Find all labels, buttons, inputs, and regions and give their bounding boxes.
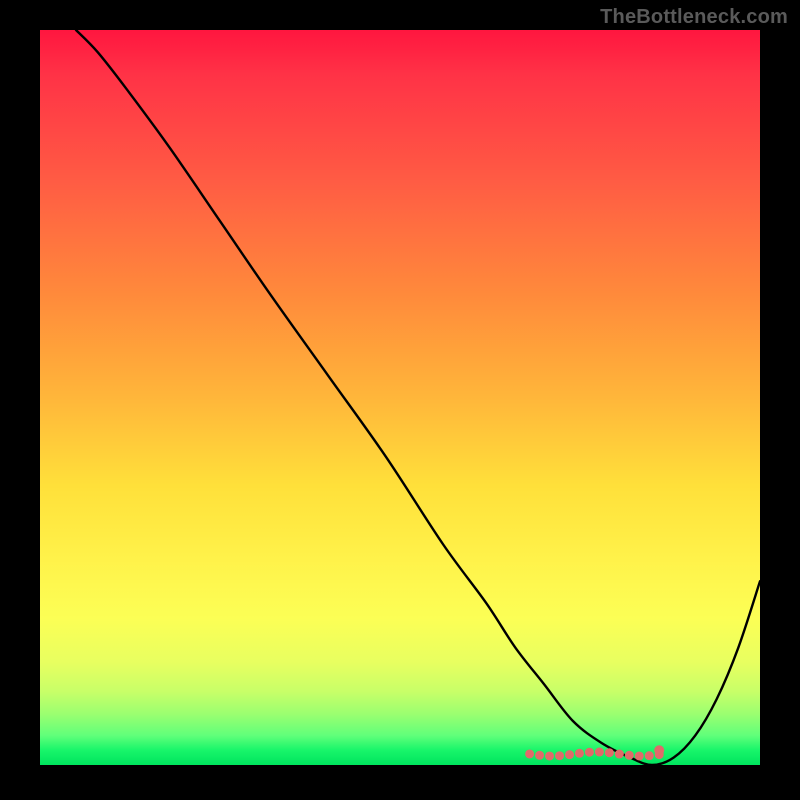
chart-frame: TheBottleneck.com bbox=[0, 0, 800, 800]
min-band-dot bbox=[575, 749, 584, 758]
min-band-dot bbox=[565, 750, 574, 759]
min-end-dot bbox=[654, 745, 664, 755]
min-band-dot bbox=[585, 748, 594, 757]
watermark-text: TheBottleneck.com bbox=[600, 6, 788, 29]
min-band-dot bbox=[635, 751, 644, 760]
plot-area bbox=[40, 30, 760, 765]
min-band-dot bbox=[525, 749, 534, 758]
min-band-dot bbox=[535, 751, 544, 760]
min-band-dot bbox=[605, 748, 614, 757]
min-band-dot bbox=[555, 751, 564, 760]
min-band-dot bbox=[645, 751, 654, 760]
min-band-dot bbox=[625, 751, 634, 760]
minimum-dot-band bbox=[525, 745, 664, 760]
min-band-dot bbox=[545, 751, 554, 760]
min-band-dot bbox=[615, 750, 624, 759]
bottleneck-curve bbox=[76, 30, 760, 765]
chart-svg bbox=[40, 30, 760, 765]
min-band-dot bbox=[595, 748, 604, 757]
